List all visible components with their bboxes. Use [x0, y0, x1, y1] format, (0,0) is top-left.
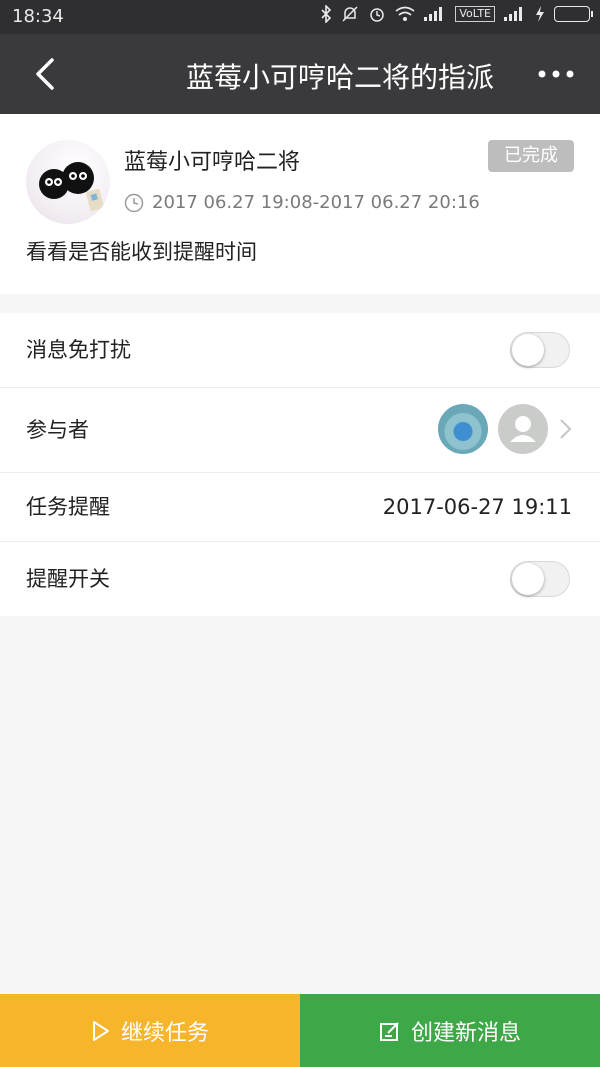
- chevron-right-icon: [560, 419, 572, 439]
- wifi-icon: [395, 6, 415, 21]
- participants-avatars[interactable]: [438, 388, 574, 470]
- reminder-time[interactable]: 2017-06-27 19:11: [383, 473, 572, 541]
- play-icon: [92, 1020, 109, 1041]
- participant-avatar[interactable]: [498, 404, 548, 454]
- reminder-toggle[interactable]: [510, 561, 570, 597]
- avatar[interactable]: [26, 140, 110, 224]
- more-button[interactable]: [536, 62, 576, 86]
- reminder-switch-row: 提醒开关: [0, 542, 600, 616]
- continue-task-label: 继续任务: [120, 1020, 209, 1046]
- dnd-toggle[interactable]: [510, 332, 570, 368]
- toggle-knob: [512, 334, 544, 366]
- more-dots-icon: [538, 70, 574, 78]
- reminder-switch-label: 提醒开关: [26, 567, 110, 591]
- network-label: VoLTE: [455, 6, 495, 22]
- mute-icon: [342, 6, 358, 22]
- task-description: 看看是否能收到提醒时间: [26, 240, 257, 264]
- creator-name: 蓝莓小可哼哈二将: [124, 150, 301, 175]
- signal-icon: [504, 7, 522, 21]
- reminder-row[interactable]: 任务提醒 2017-06-27 19:11: [0, 473, 600, 542]
- dnd-row: 消息免打扰: [0, 313, 600, 388]
- user-placeholder-icon: [510, 416, 536, 442]
- signal-icon: [424, 7, 443, 21]
- status-icons: VoLTE: [320, 5, 593, 23]
- battery-icon: [554, 6, 593, 22]
- time-range-text: 2017 06.27 19:08-2017 06.27 20:16: [152, 192, 480, 213]
- dnd-label: 消息免打扰: [26, 338, 131, 362]
- participants-label: 参与者: [26, 418, 89, 442]
- bluetooth-icon: [321, 5, 332, 23]
- new-message-label: 创建新消息: [410, 1020, 521, 1046]
- status-bar: 18:34 VoLTE: [0, 0, 600, 34]
- clock-icon: [124, 193, 144, 212]
- reminder-label: 任务提醒: [26, 495, 110, 519]
- soot-sprite-avatar-image: [39, 162, 104, 212]
- participant-avatar[interactable]: [438, 404, 488, 454]
- settings-list: 消息免打扰 参与者 任务提醒 2017-06-27 19:11 提醒开关: [0, 313, 600, 616]
- toggle-knob: [512, 563, 544, 595]
- edit-icon: [379, 1021, 399, 1041]
- participants-row[interactable]: 参与者: [0, 388, 600, 473]
- bottom-action-bar: 继续任务 创建新消息: [0, 994, 600, 1067]
- continue-task-button[interactable]: 继续任务: [0, 994, 300, 1067]
- page-title: 蓝莓小可哼哈二将的指派: [185, 61, 494, 94]
- time-range: 2017 06.27 19:08-2017 06.27 20:16: [124, 192, 480, 213]
- new-message-button[interactable]: 创建新消息: [300, 994, 600, 1067]
- charging-icon: [536, 6, 544, 22]
- task-card: 蓝莓小可哼哈二将 已完成 2017 06.27 19:08-2017 06.27…: [0, 114, 600, 294]
- nav-bar: 蓝莓小可哼哈二将的指派: [0, 34, 600, 114]
- status-time: 18:34: [12, 6, 64, 27]
- status-badge: 已完成: [488, 140, 574, 172]
- alarm-icon: [370, 8, 385, 22]
